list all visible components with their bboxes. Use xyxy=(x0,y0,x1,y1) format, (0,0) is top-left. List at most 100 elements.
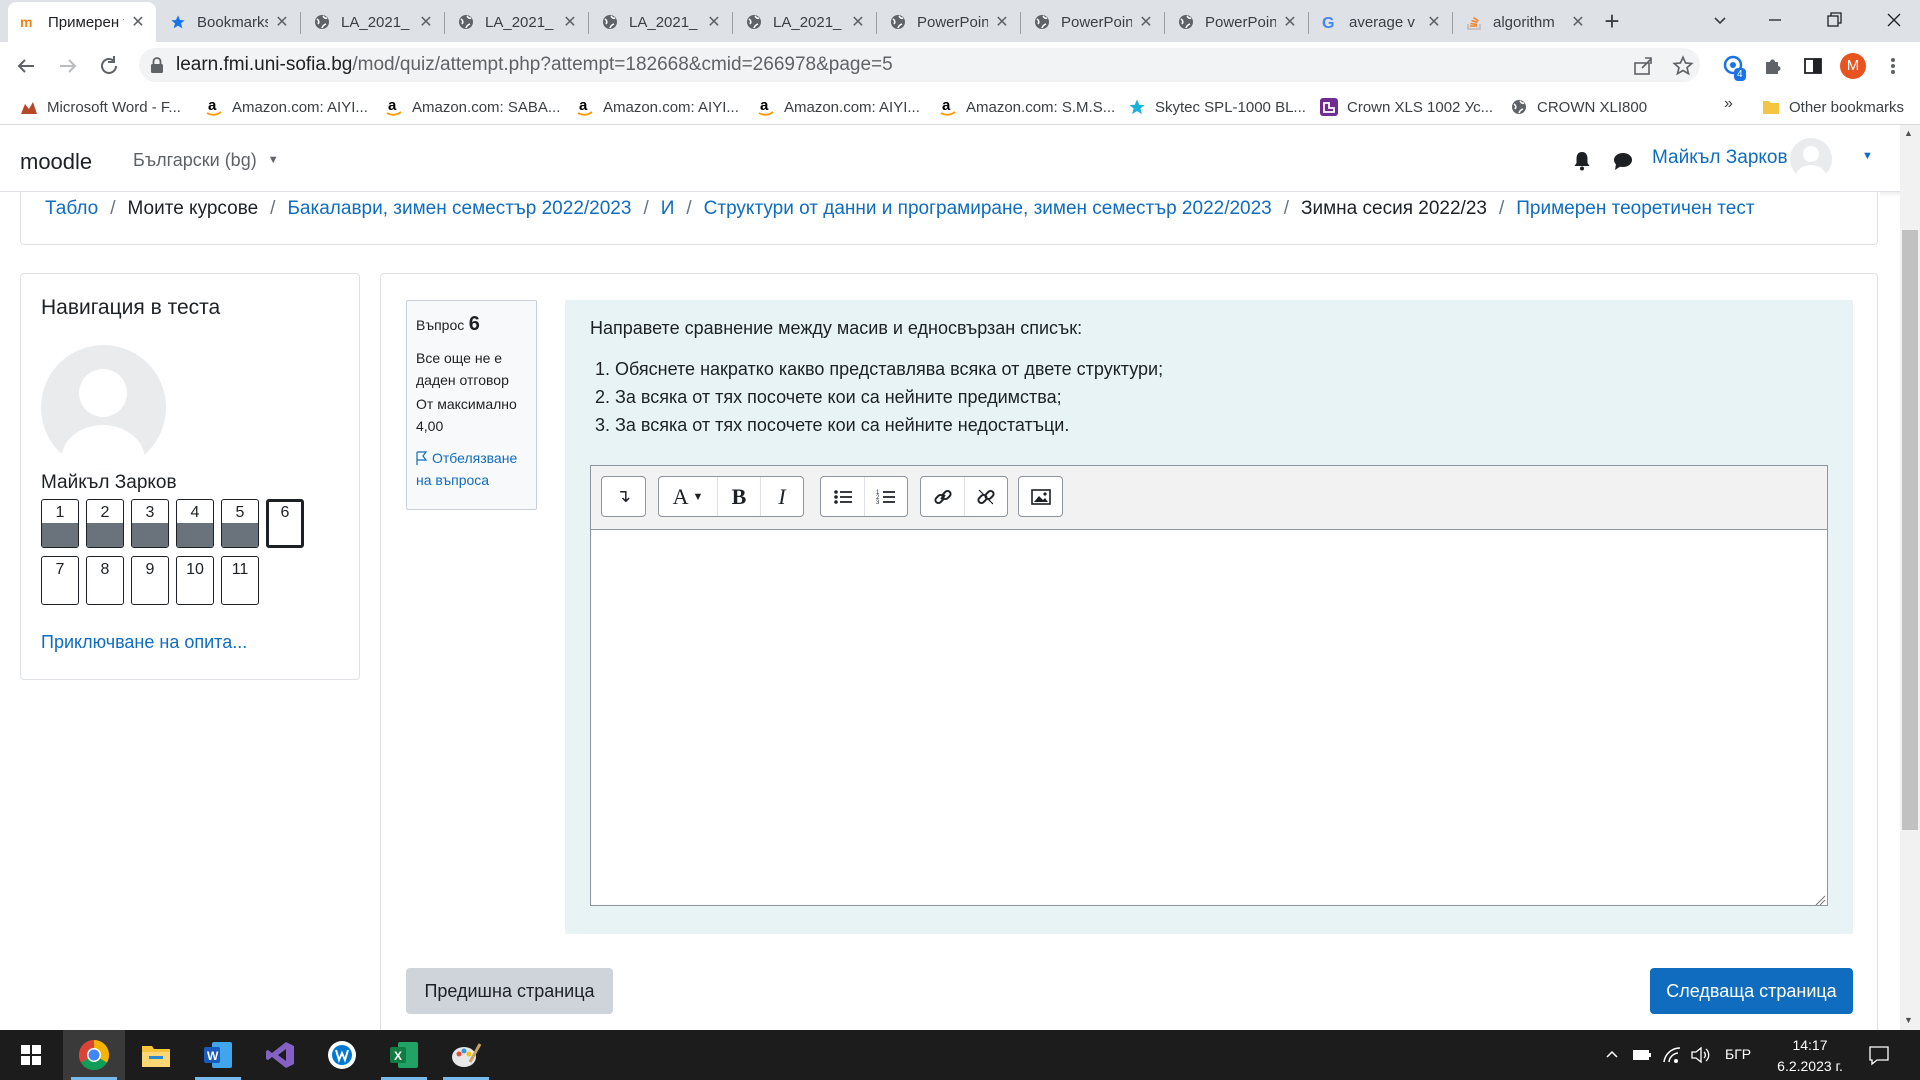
bookmark-item[interactable]: a Amazon.com: SABA... xyxy=(385,95,560,119)
browser-tab[interactable]: PowerPoint ✕ xyxy=(877,4,1020,40)
taskbar-word-icon[interactable]: W xyxy=(187,1030,249,1080)
extensions-puzzle-icon[interactable] xyxy=(1762,55,1784,77)
moodle-logo[interactable]: moodle xyxy=(20,149,92,175)
browser-tab[interactable]: PowerPoint ✕ xyxy=(1021,4,1164,40)
breadcrumb-item[interactable]: Структури от данни и програмиране, зимен… xyxy=(704,198,1272,219)
bookmark-item[interactable]: a Amazon.com: AIYI... xyxy=(205,95,368,119)
extension-badge-icon[interactable]: 4 xyxy=(1722,54,1750,82)
finish-attempt-link[interactable]: Приключване на опита... xyxy=(41,632,247,653)
notifications-bell-icon[interactable] xyxy=(1572,150,1592,172)
italic-icon[interactable]: I xyxy=(760,477,803,516)
show-more-buttons-icon[interactable]: ↴ xyxy=(602,477,645,516)
chrome-menu-icon[interactable] xyxy=(1888,55,1898,77)
wifi-icon[interactable] xyxy=(1662,1046,1682,1064)
lock-icon[interactable] xyxy=(150,57,164,73)
bookmark-item[interactable]: Crown XLS 1002 Ус... xyxy=(1320,95,1493,119)
unlink-icon[interactable] xyxy=(964,477,1007,516)
bookmark-item[interactable]: Skytec SPL-1000 BL... xyxy=(1128,95,1306,119)
quiz-nav-question-button[interactable]: 11 xyxy=(221,556,259,605)
browser-tab[interactable]: LA_2021_ ✕ xyxy=(445,4,588,40)
quiz-nav-question-button[interactable]: 6 xyxy=(266,499,304,548)
volume-icon[interactable] xyxy=(1690,1046,1712,1064)
browser-tab[interactable]: LA_2021_ ✕ xyxy=(301,4,444,40)
scroll-down-arrow-icon[interactable]: ▼ xyxy=(1904,1015,1913,1025)
taskbar-visual-studio-icon[interactable] xyxy=(249,1030,311,1080)
tab-close-icon[interactable]: ✕ xyxy=(994,12,1010,32)
taskbar-excel-icon[interactable]: X xyxy=(373,1030,435,1080)
paragraph-style-icon[interactable]: A ▼ xyxy=(659,477,717,516)
breadcrumb-item[interactable]: Бакалаври, зимен семестър 2022/2023 xyxy=(287,198,631,219)
browser-tab[interactable]: m Примерен теоретичен тест ✕ xyxy=(8,2,156,42)
quiz-nav-question-button[interactable]: 8 xyxy=(86,556,124,605)
quiz-nav-question-button[interactable]: 2 xyxy=(86,499,124,548)
tab-close-icon[interactable]: ✕ xyxy=(706,12,722,32)
tab-close-icon[interactable]: ✕ xyxy=(1138,12,1154,32)
ordered-list-icon[interactable]: 123 xyxy=(864,477,907,516)
tab-search-icon[interactable] xyxy=(1710,10,1730,30)
show-hidden-icons-icon[interactable] xyxy=(1604,1046,1620,1062)
bookmark-star-icon[interactable] xyxy=(1672,55,1694,77)
start-button[interactable] xyxy=(0,1030,62,1080)
insert-image-icon[interactable] xyxy=(1019,477,1062,516)
breadcrumb-item[interactable]: Примерен теоретичен тест xyxy=(1516,198,1754,219)
forward-icon[interactable] xyxy=(56,54,80,78)
browser-tab[interactable]: PowerPoint ✕ xyxy=(1165,4,1308,40)
resize-handle-icon[interactable] xyxy=(1814,893,1826,906)
close-window-icon[interactable] xyxy=(1884,10,1904,30)
battery-icon[interactable] xyxy=(1632,1048,1652,1062)
language-menu[interactable]: Български (bg) ▼ xyxy=(133,150,279,171)
taskbar-chrome-icon[interactable] xyxy=(63,1030,125,1080)
breadcrumb-item[interactable]: И xyxy=(661,198,675,219)
bookmark-item[interactable]: a Amazon.com: S.M.S... xyxy=(939,95,1115,119)
bookmarks-more-button[interactable]: » xyxy=(1724,95,1733,113)
new-tab-button[interactable]: + xyxy=(1600,6,1624,36)
minimize-icon[interactable] xyxy=(1765,10,1785,30)
bookmark-item[interactable]: a Amazon.com: AIYI... xyxy=(757,95,920,119)
clock[interactable]: 14:17 6.2.2023 г. xyxy=(1770,1035,1850,1077)
browser-tab[interactable]: LA_2021_ ✕ xyxy=(589,4,732,40)
breadcrumb-item[interactable]: Табло xyxy=(45,198,98,219)
reload-icon[interactable] xyxy=(97,54,121,78)
browser-tab[interactable]: algorithm ✕ xyxy=(1453,4,1596,40)
input-language[interactable]: БГР xyxy=(1725,1046,1751,1062)
quiz-nav-question-button[interactable]: 5 xyxy=(221,499,259,548)
bold-icon[interactable]: B xyxy=(717,477,760,516)
link-icon[interactable] xyxy=(921,477,964,516)
unordered-list-icon[interactable] xyxy=(821,477,864,516)
browser-tab[interactable]: Gaverage v ✕ xyxy=(1309,4,1452,40)
answer-editor[interactable] xyxy=(590,529,1828,906)
browser-tab[interactable]: Bookmarks ✕ xyxy=(157,4,300,40)
bookmark-item[interactable]: a Amazon.com: AIYI... xyxy=(576,95,739,119)
quiz-nav-question-button[interactable]: 10 xyxy=(176,556,214,605)
quiz-nav-question-button[interactable]: 4 xyxy=(176,499,214,548)
page-scrollbar-thumb[interactable] xyxy=(1902,230,1918,830)
taskbar-whiteboard-icon[interactable] xyxy=(311,1030,373,1080)
tab-close-icon[interactable]: ✕ xyxy=(1570,12,1586,32)
tab-close-icon[interactable]: ✕ xyxy=(274,12,290,32)
restore-icon[interactable] xyxy=(1824,10,1844,30)
share-icon[interactable] xyxy=(1632,55,1654,77)
url-text[interactable]: learn.fmi.uni-sofia.bg/mod/quiz/attempt.… xyxy=(176,54,893,76)
side-panel-icon[interactable] xyxy=(1802,55,1824,77)
quiz-nav-question-button[interactable]: 9 xyxy=(131,556,169,605)
scroll-up-arrow-icon[interactable]: ▲ xyxy=(1904,128,1913,138)
tab-close-icon[interactable]: ✕ xyxy=(1282,12,1298,32)
flag-question-link[interactable]: Отбелязване на въпроса xyxy=(416,447,532,491)
bookmark-item[interactable]: CROWN XLI800 xyxy=(1510,95,1647,119)
taskbar-paint-icon[interactable] xyxy=(435,1030,497,1080)
browser-tab[interactable]: LA_2021_ ✕ xyxy=(733,4,876,40)
quiz-nav-question-button[interactable]: 3 xyxy=(131,499,169,548)
quiz-nav-question-button[interactable]: 1 xyxy=(41,499,79,548)
taskbar-file-explorer-icon[interactable] xyxy=(125,1030,187,1080)
tab-close-icon[interactable]: ✕ xyxy=(130,12,146,32)
quiz-nav-question-button[interactable]: 7 xyxy=(41,556,79,605)
tab-close-icon[interactable]: ✕ xyxy=(1426,12,1442,32)
profile-avatar[interactable]: M xyxy=(1840,53,1866,79)
next-page-button[interactable]: Следваща страница xyxy=(1650,968,1853,1014)
other-bookmarks[interactable]: Other bookmarks xyxy=(1762,95,1904,119)
user-menu[interactable]: Майкъл Зарков ▼ xyxy=(1652,137,1873,180)
tab-close-icon[interactable]: ✕ xyxy=(418,12,434,32)
tab-close-icon[interactable]: ✕ xyxy=(562,12,578,32)
tab-close-icon[interactable]: ✕ xyxy=(850,12,866,32)
previous-page-button[interactable]: Предишна страница xyxy=(406,968,613,1014)
